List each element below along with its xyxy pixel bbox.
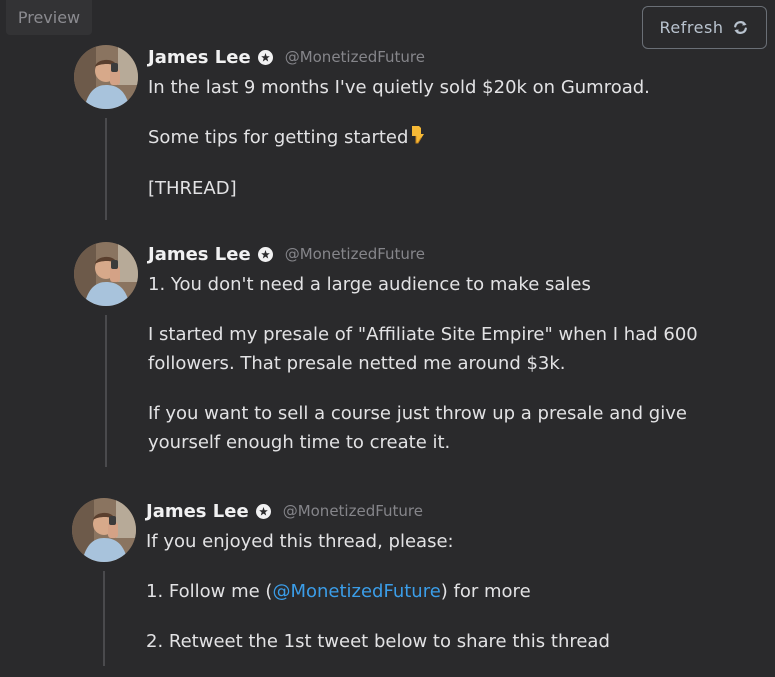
tweet-body: If you enjoyed this thread, please: 1. F… — [146, 527, 610, 677]
tweet-header: James Lee @MonetizedFuture — [148, 45, 425, 69]
tweet-paragraph: 2. Retweet the 1st tweet below to share … — [146, 631, 610, 652]
tweet-text: ) for more — [440, 581, 531, 602]
tweet-paragraph: I started my presale of "Affiliate Site … — [148, 320, 698, 349]
tweet-text: I started my presale of "Affiliate Site … — [148, 324, 698, 345]
tweet-paragraph: followers. That presale netted me around… — [148, 349, 698, 378]
tweet-paragraph: [THREAD] — [148, 178, 237, 199]
author-handle[interactable]: @MonetizedFuture — [283, 502, 423, 520]
tweet-text: If you want to sell a course just throw … — [148, 403, 687, 424]
tweet-body: In the last 9 months I've quietly sold $… — [148, 73, 650, 224]
tweet-paragraph: In the last 9 months I've quietly sold $… — [148, 77, 650, 98]
refresh-button-label: Refresh — [659, 18, 724, 37]
thread-line — [105, 118, 107, 220]
author-name[interactable]: James Lee — [148, 244, 251, 265]
verified-badge-icon — [255, 503, 271, 519]
tweet-text: Some tips for getting started — [148, 127, 409, 148]
tweet-paragraph: 1. Follow me (@MonetizedFuture) for more — [146, 577, 610, 606]
avatar[interactable] — [74, 242, 138, 306]
author-name[interactable]: James Lee — [146, 501, 249, 522]
author-handle[interactable]: @MonetizedFuture — [285, 48, 425, 66]
verified-badge-icon — [257, 49, 273, 65]
thread-line — [105, 315, 107, 467]
thread-line — [103, 571, 105, 666]
refresh-button[interactable]: Refresh — [642, 6, 767, 49]
tweet-text: followers. That presale netted me around… — [148, 353, 566, 374]
pointing-down-icon — [409, 124, 425, 153]
tweet-paragraph: If you want to sell a course just throw … — [148, 399, 698, 428]
avatar[interactable] — [74, 45, 138, 109]
tweet-paragraph: Some tips for getting started — [148, 123, 650, 153]
tweet-body: 1. You don't need a large audience to ma… — [148, 270, 698, 478]
refresh-icon — [732, 20, 749, 35]
tweet-paragraph: yourself enough time to create it. — [148, 428, 698, 457]
tweet-header: James Lee @MonetizedFuture — [148, 242, 425, 266]
tweet-text: 1. Follow me ( — [146, 581, 273, 602]
author-name[interactable]: James Lee — [148, 47, 251, 68]
verified-badge-icon — [257, 246, 273, 262]
tweet-paragraph: 1. You don't need a large audience to ma… — [148, 274, 591, 295]
tweet-text: yourself enough time to create it. — [148, 432, 451, 453]
mention-link[interactable]: @MonetizedFuture — [272, 581, 440, 602]
preview-tab[interactable]: Preview — [6, 0, 92, 35]
author-handle[interactable]: @MonetizedFuture — [285, 245, 425, 263]
avatar[interactable] — [72, 498, 136, 562]
tweet-header: James Lee @MonetizedFuture — [146, 499, 423, 523]
tweet-paragraph: If you enjoyed this thread, please: — [146, 531, 454, 552]
